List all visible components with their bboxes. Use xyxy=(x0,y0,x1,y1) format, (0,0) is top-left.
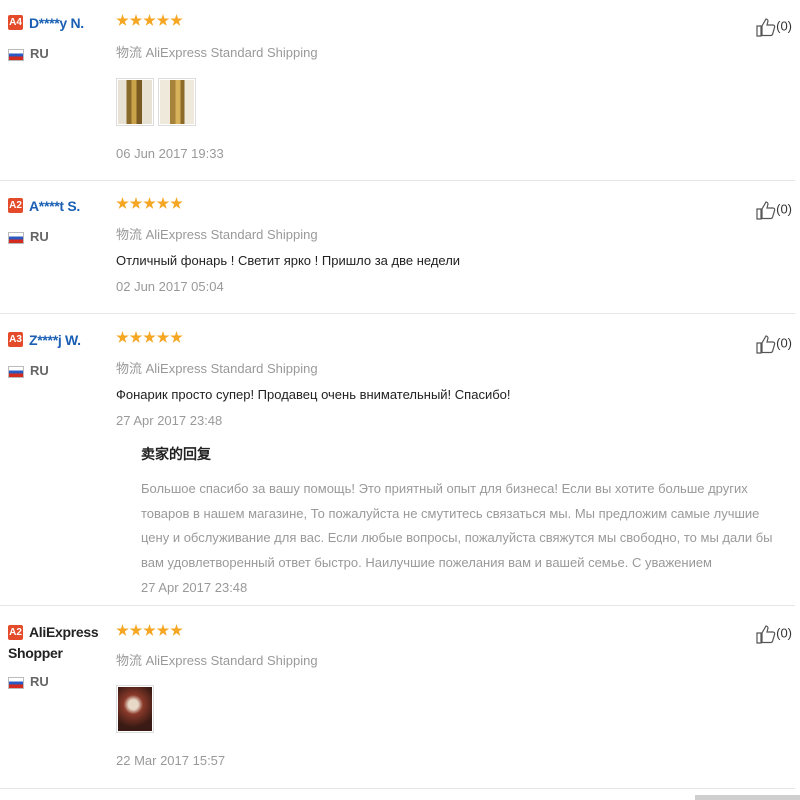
review-date: 22 Mar 2017 15:57 xyxy=(116,753,226,768)
review-text: Отличный фонарь ! Светит ярко ! Пришло з… xyxy=(116,253,461,268)
thumbs-up-icon xyxy=(756,201,776,220)
like-count: (0) xyxy=(776,201,792,217)
review-photo-thumbnail[interactable] xyxy=(116,685,154,733)
seller-reply: 卖家的回复 Большое спасибо за вашу помощь! Эт… xyxy=(141,444,791,595)
star-icon xyxy=(129,331,143,343)
like-count: (0) xyxy=(776,18,792,34)
star-icon xyxy=(129,624,143,636)
like-count: (0) xyxy=(776,625,792,641)
star-icon xyxy=(129,14,143,26)
reviewer-info: A4 D****y N. RU xyxy=(8,15,108,61)
like-button[interactable]: (0) xyxy=(756,17,792,37)
review-date: 06 Jun 2017 19:33 xyxy=(116,146,224,161)
buyer-level-badge: A2 xyxy=(8,625,23,640)
reviewer-info: A2 AliExpress Shopper RU xyxy=(8,622,108,689)
star-icon xyxy=(116,197,129,209)
star-rating xyxy=(116,14,184,31)
star-icon xyxy=(170,197,183,209)
reviewer-name[interactable]: A****t S. xyxy=(29,198,80,214)
star-icon xyxy=(143,624,156,636)
star-icon xyxy=(116,624,129,636)
horizontal-scrollbar[interactable] xyxy=(695,795,800,800)
seller-reply-title: 卖家的回复 xyxy=(141,446,211,462)
product-photo-1 xyxy=(118,80,152,124)
review-date: 02 Jun 2017 05:04 xyxy=(116,279,224,294)
star-icon xyxy=(143,14,156,26)
like-count: (0) xyxy=(776,335,792,351)
reviewer-country: RU xyxy=(8,363,108,378)
review-item: A4 D****y N. RU 物流 AliExpress Standard Sh… xyxy=(0,0,795,181)
buyer-level-badge: A4 xyxy=(8,15,23,30)
review-item: A2 A****t S. RU 物流 AliExpress Standard Sh… xyxy=(0,181,795,314)
star-rating xyxy=(116,331,184,348)
shipping-method: 物流 AliExpress Standard Shipping xyxy=(116,653,318,668)
reviewer-info: A3 Z****j W. RU xyxy=(8,332,108,378)
review-photo-thumbnail[interactable] xyxy=(158,78,196,126)
thumbs-up-icon xyxy=(756,335,776,354)
review-item: A2 AliExpress Shopper RU 物流 AliExpress St… xyxy=(0,606,795,789)
star-icon xyxy=(116,14,129,26)
star-icon xyxy=(129,197,143,209)
thumbs-up-icon xyxy=(756,18,776,37)
russia-flag-icon xyxy=(8,48,24,61)
star-icon xyxy=(170,14,183,26)
buyer-level-badge: A3 xyxy=(8,332,23,347)
review-item: A3 Z****j W. RU 物流 AliExpress Standard Sh… xyxy=(0,314,795,606)
star-icon xyxy=(116,331,129,343)
shipping-method: 物流 AliExpress Standard Shipping xyxy=(116,227,318,242)
russia-flag-icon xyxy=(8,676,24,689)
reviewer-name[interactable]: D****y N. xyxy=(29,15,84,31)
reviewer-country: RU xyxy=(8,674,108,689)
star-icon xyxy=(170,331,183,343)
star-icon xyxy=(143,197,156,209)
reviewer-country: RU xyxy=(8,229,108,244)
star-rating xyxy=(116,197,184,214)
star-rating xyxy=(116,624,184,641)
review-text: Фонарик просто супер! Продавец очень вни… xyxy=(116,387,511,402)
like-button[interactable]: (0) xyxy=(756,334,792,354)
thumbs-up-icon xyxy=(756,625,776,644)
review-date: 27 Apr 2017 23:48 xyxy=(116,413,223,428)
review-photo-thumbnail[interactable] xyxy=(116,78,154,126)
shipping-method: 物流 AliExpress Standard Shipping xyxy=(116,361,318,376)
shipping-method: 物流 AliExpress Standard Shipping xyxy=(116,45,318,60)
star-icon xyxy=(143,331,156,343)
star-icon xyxy=(156,14,170,26)
reviewer-name[interactable]: Z****j W. xyxy=(29,332,81,348)
review-photos xyxy=(116,685,158,738)
seller-reply-date: 27 Apr 2017 23:48 xyxy=(141,580,248,595)
like-button[interactable]: (0) xyxy=(756,624,792,644)
product-photo-2 xyxy=(160,80,194,124)
russia-flag-icon xyxy=(8,365,24,378)
star-icon xyxy=(156,331,170,343)
reviewer-country: RU xyxy=(8,46,108,61)
star-icon xyxy=(156,197,170,209)
like-button[interactable]: (0) xyxy=(756,200,792,220)
reviewer-info: A2 A****t S. RU xyxy=(8,198,108,244)
star-icon xyxy=(156,624,170,636)
buyer-level-badge: A2 xyxy=(8,198,23,213)
seller-reply-text: Большое спасибо за вашу помощь! Это прия… xyxy=(141,481,773,570)
russia-flag-icon xyxy=(8,231,24,244)
review-photos xyxy=(116,78,200,131)
star-icon xyxy=(170,624,183,636)
product-photo-1 xyxy=(118,687,152,731)
